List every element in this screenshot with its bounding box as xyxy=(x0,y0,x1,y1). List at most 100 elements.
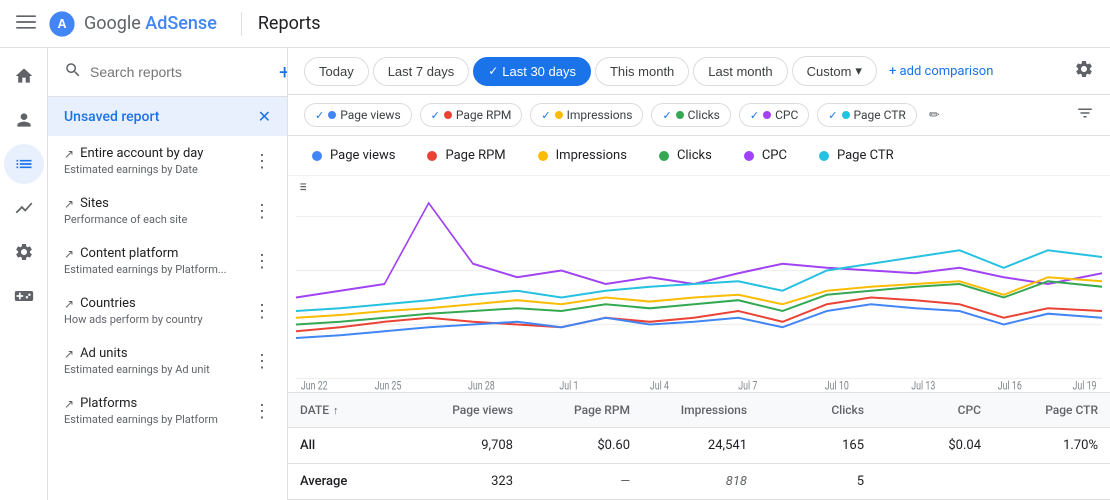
sidebar-item-desc: Estimated earnings by Platform xyxy=(64,413,253,426)
sidebar-item-desc: Estimated earnings by Platform... xyxy=(64,263,253,276)
active-item-label: Unsaved report xyxy=(64,109,159,125)
header: A Google AdSense Reports xyxy=(0,0,1110,48)
col-header-pageviews[interactable]: Page views xyxy=(408,393,525,427)
legend-item-cpc: CPC xyxy=(744,148,787,163)
sidebar-item-desc: How ads perform by country xyxy=(64,313,253,326)
chip-label: Impressions xyxy=(567,108,633,122)
sidebar-item-ad-units[interactable]: ↗ Ad units Estimated earnings by Ad unit… xyxy=(48,336,287,386)
check-icon: ✓ xyxy=(315,109,324,122)
chart-area: Jun 22 Jun 25 Jun 28 Jul 1 Jul 4 Jul 7 J… xyxy=(288,176,1110,392)
svg-text:Jul 4: Jul 4 xyxy=(650,378,669,392)
this-month-button[interactable]: This month xyxy=(595,57,689,86)
custom-button[interactable]: Custom ▾ xyxy=(792,56,877,86)
legend-dot-pageviews xyxy=(312,151,322,161)
pageviews-dot xyxy=(328,111,336,119)
cell-pagectr-average xyxy=(993,464,1110,499)
col-header-pagectr[interactable]: Page CTR xyxy=(993,393,1110,427)
menu-icon[interactable] xyxy=(16,12,36,36)
legend-item-pageviews: Page views xyxy=(312,148,395,163)
settings-icon[interactable] xyxy=(1074,59,1094,84)
sidebar-item-name-label: Ad units xyxy=(80,346,128,361)
sidebar-item-countries[interactable]: ↗ Countries How ads perform by country ⋮ xyxy=(48,286,287,336)
more-options-icon[interactable]: ⋮ xyxy=(253,401,271,422)
cell-pageviews-all: 9,708 xyxy=(408,428,525,463)
last-month-button[interactable]: Last month xyxy=(693,57,787,86)
more-options-icon[interactable]: ⋮ xyxy=(253,151,271,172)
report-type-icon: ↗ xyxy=(64,347,74,361)
header-title: Reports xyxy=(258,13,321,34)
report-type-icon: ↗ xyxy=(64,247,74,261)
check-icon: ✓ xyxy=(828,109,837,122)
cell-cpc-average xyxy=(876,464,993,499)
col-header-date[interactable]: DATE ↑ xyxy=(288,393,408,427)
svg-text:Jul 19: Jul 19 xyxy=(1073,378,1097,392)
chip-label: Clicks xyxy=(688,108,720,122)
today-button[interactable]: Today xyxy=(304,57,369,86)
nav-account-icon[interactable] xyxy=(4,100,44,140)
col-header-cpc[interactable]: CPC xyxy=(876,393,993,427)
left-nav xyxy=(0,48,48,500)
legend-label: Page CTR xyxy=(837,148,894,163)
nav-home-icon[interactable] xyxy=(4,56,44,96)
legend-label: CPC xyxy=(762,148,787,163)
edit-metrics-icon[interactable]: ✏ xyxy=(929,108,940,123)
last-7-days-button[interactable]: Last 7 days xyxy=(373,57,470,86)
svg-text:Jun 22: Jun 22 xyxy=(301,378,328,392)
metric-chip-pageviews[interactable]: ✓ Page views xyxy=(304,103,412,127)
metric-chip-cpc[interactable]: ✓ CPC xyxy=(739,103,809,127)
last-30-days-button[interactable]: Last 30 days xyxy=(473,57,591,86)
sidebar-item-name-label: Platforms xyxy=(80,396,137,411)
legend-item-pagectr: Page CTR xyxy=(819,148,894,163)
close-icon[interactable]: ✕ xyxy=(258,107,271,126)
sidebar-active-item[interactable]: Unsaved report ✕ xyxy=(48,97,287,136)
nav-analytics-icon[interactable] xyxy=(4,188,44,228)
more-options-icon[interactable]: ⋮ xyxy=(253,301,271,322)
col-header-clicks[interactable]: Clicks xyxy=(759,393,876,427)
table-row-average: Average 323 — 818 5 xyxy=(288,464,1110,500)
add-report-icon[interactable]: + xyxy=(279,60,288,84)
pagerpm-dot xyxy=(444,111,452,119)
cell-impressions-all: 24,541 xyxy=(642,428,759,463)
metric-chip-pagectr[interactable]: ✓ Page CTR xyxy=(817,103,917,127)
sidebar-item-sites[interactable]: ↗ Sites Performance of each site ⋮ xyxy=(48,186,287,236)
table-row-all: All 9,708 $0.60 24,541 165 $0.04 1.70% xyxy=(288,428,1110,464)
more-options-icon[interactable]: ⋮ xyxy=(253,201,271,222)
more-options-icon[interactable]: ⋮ xyxy=(253,351,271,372)
legend-item-clicks: Clicks xyxy=(659,148,712,163)
col-header-pagerpm[interactable]: Page RPM xyxy=(525,393,642,427)
svg-text:Jun 28: Jun 28 xyxy=(468,378,495,392)
sidebar-item-name-label: Content platform xyxy=(80,246,178,261)
sidebar-item-content-platform[interactable]: ↗ Content platform Estimated earnings by… xyxy=(48,236,287,286)
cell-pagectr-all: 1.70% xyxy=(993,428,1110,463)
cell-clicks-average: 5 xyxy=(759,464,876,499)
col-header-impressions[interactable]: Impressions xyxy=(642,393,759,427)
metric-chip-clicks[interactable]: ✓ Clicks xyxy=(651,103,730,127)
clicks-dot xyxy=(676,111,684,119)
metric-chip-pagerpm[interactable]: ✓ Page RPM xyxy=(420,103,523,127)
filter-icon[interactable] xyxy=(1076,104,1094,126)
chart-legend: Page views Page RPM Impressions Clicks C… xyxy=(288,136,1110,176)
legend-label: Page RPM xyxy=(445,148,505,163)
legend-dot-clicks xyxy=(659,151,669,161)
main-content: Today Last 7 days Last 30 days This mont… xyxy=(288,48,1110,500)
check-icon: ✓ xyxy=(662,109,671,122)
nav-game-icon[interactable] xyxy=(4,276,44,316)
sidebar-item-entire-account[interactable]: ↗ Entire account by day Estimated earnin… xyxy=(48,136,287,186)
cell-clicks-all: 165 xyxy=(759,428,876,463)
nav-settings-icon[interactable] xyxy=(4,232,44,272)
chip-label: Page RPM xyxy=(456,108,512,122)
cell-date-average: Average xyxy=(288,464,408,499)
report-type-icon: ↗ xyxy=(64,197,74,211)
more-options-icon[interactable]: ⋮ xyxy=(253,251,271,272)
sidebar-item-platforms[interactable]: ↗ Platforms Estimated earnings by Platfo… xyxy=(48,386,287,436)
add-comparison-button[interactable]: + add comparison xyxy=(889,64,993,79)
metric-chips-bar: ✓ Page views ✓ Page RPM ✓ Impressions ✓ … xyxy=(288,95,1110,136)
svg-text:Jun 25: Jun 25 xyxy=(375,378,402,392)
metric-chip-impressions[interactable]: ✓ Impressions xyxy=(530,103,643,127)
search-input[interactable] xyxy=(90,64,271,80)
legend-item-impressions: Impressions xyxy=(538,148,627,163)
report-type-icon: ↗ xyxy=(64,397,74,411)
legend-dot-pagerpm xyxy=(427,151,437,161)
dropdown-icon: ▾ xyxy=(855,63,862,79)
nav-reports-icon[interactable] xyxy=(4,144,44,184)
